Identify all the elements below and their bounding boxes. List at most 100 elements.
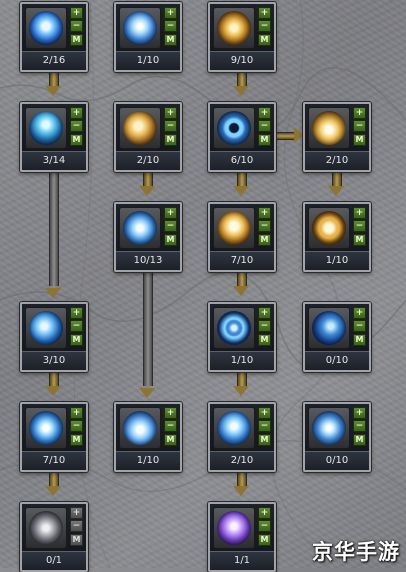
skill-max-button[interactable]: M <box>164 234 177 246</box>
blue-starburst-icon[interactable] <box>312 411 346 445</box>
skill-max-button[interactable]: M <box>70 34 83 46</box>
skill-max-button[interactable]: M <box>353 234 366 246</box>
skill-icon-frame <box>119 407 161 449</box>
skill-node-r6c3[interactable]: + − M 1/1 <box>208 502 276 572</box>
skill-minus-button[interactable]: − <box>164 20 177 32</box>
blue-flame-icon[interactable] <box>123 411 157 445</box>
skill-node-r4c3[interactable]: + − M 1/10 <box>208 302 276 372</box>
skill-plus-button[interactable]: + <box>164 207 177 219</box>
skill-minus-button[interactable]: − <box>353 120 366 132</box>
blue-rune-orb-icon[interactable] <box>29 11 63 45</box>
skill-minus-button[interactable]: − <box>258 20 271 32</box>
blue-aura-figure-icon[interactable] <box>29 111 63 145</box>
skill-minus-button[interactable]: − <box>164 420 177 432</box>
skill-max-button[interactable]: M <box>258 134 271 146</box>
skill-max-button[interactable]: M <box>70 534 83 546</box>
skill-node-r5c2[interactable]: + − M 1/10 <box>114 402 182 472</box>
golden-ring-glow-icon[interactable] <box>312 211 346 245</box>
skill-node-r4c4[interactable]: + − M 0/10 <box>303 302 371 372</box>
skill-plus-button[interactable]: + <box>70 407 83 419</box>
skill-plus-button[interactable]: + <box>258 7 271 19</box>
skill-node-r1c2[interactable]: + − M 1/10 <box>114 2 182 72</box>
skill-max-button[interactable]: M <box>70 434 83 446</box>
skill-minus-button[interactable]: − <box>258 320 271 332</box>
skill-plus-button[interactable]: + <box>258 207 271 219</box>
skill-minus-button[interactable]: − <box>70 120 83 132</box>
blue-vortex-icon[interactable] <box>312 311 346 345</box>
skill-node-r2c3[interactable]: + − M 6/10 <box>208 102 276 172</box>
skill-minus-button[interactable]: − <box>70 320 83 332</box>
skill-plus-button[interactable]: + <box>258 507 271 519</box>
skill-node-r1c3[interactable]: + − M 9/10 <box>208 2 276 72</box>
skill-plus-button[interactable]: + <box>164 7 177 19</box>
golden-aura-icon[interactable] <box>217 211 251 245</box>
skill-minus-button[interactable]: − <box>353 220 366 232</box>
skill-minus-button[interactable]: − <box>164 120 177 132</box>
skill-max-button[interactable]: M <box>164 134 177 146</box>
skill-max-button[interactable]: M <box>164 34 177 46</box>
blue-swirl-icon[interactable] <box>29 311 63 345</box>
blue-crosshair-icon[interactable] <box>217 311 251 345</box>
purple-spirit-icon[interactable] <box>217 511 251 545</box>
skill-minus-button[interactable]: − <box>70 520 83 532</box>
skill-icon-frame <box>308 307 350 349</box>
blue-portal-icon[interactable] <box>217 411 251 445</box>
blue-ring-icon[interactable] <box>217 111 251 145</box>
skill-node-r6c1[interactable]: + − M 0/1 <box>20 502 88 572</box>
skill-minus-button[interactable]: − <box>164 220 177 232</box>
grey-gear-rune-icon[interactable] <box>29 511 63 545</box>
skill-max-button[interactable]: M <box>353 134 366 146</box>
skill-plus-button[interactable]: + <box>70 107 83 119</box>
skill-max-button[interactable]: M <box>258 34 271 46</box>
skill-plus-button[interactable]: + <box>258 107 271 119</box>
skill-plus-button[interactable]: + <box>353 407 366 419</box>
skill-node-r2c1[interactable]: + − M 3/14 <box>20 102 88 172</box>
skill-plus-button[interactable]: + <box>70 7 83 19</box>
skill-plus-button[interactable]: + <box>164 107 177 119</box>
skill-node-r2c2[interactable]: + − M 2/10 <box>114 102 182 172</box>
skill-plus-button[interactable]: + <box>258 407 271 419</box>
skill-plus-button[interactable]: + <box>353 107 366 119</box>
skill-node-r3c3[interactable]: + − M 7/10 <box>208 202 276 272</box>
skill-minus-button[interactable]: − <box>353 320 366 332</box>
skill-max-button[interactable]: M <box>70 334 83 346</box>
skill-node-r5c1[interactable]: + − M 7/10 <box>20 402 88 472</box>
golden-cross-shield-icon[interactable] <box>217 11 251 45</box>
skill-minus-button[interactable]: − <box>258 220 271 232</box>
skill-node-r3c4[interactable]: + − M 1/10 <box>303 202 371 272</box>
skill-node-r2c4[interactable]: + − M 2/10 <box>303 102 371 172</box>
skill-minus-button[interactable]: − <box>258 520 271 532</box>
golden-crown-light-icon[interactable] <box>312 111 346 145</box>
skill-plus-button[interactable]: + <box>70 307 83 319</box>
skill-max-button[interactable]: M <box>258 434 271 446</box>
skill-max-button[interactable]: M <box>70 134 83 146</box>
skill-max-button[interactable]: M <box>258 234 271 246</box>
skill-max-button[interactable]: M <box>258 534 271 546</box>
skill-max-button[interactable]: M <box>164 434 177 446</box>
skill-node-r3c2[interactable]: + − M 10/13 <box>114 202 182 272</box>
skill-minus-button[interactable]: − <box>258 120 271 132</box>
skill-node-r5c4[interactable]: + − M 0/10 <box>303 402 371 472</box>
skill-max-button[interactable]: M <box>353 434 366 446</box>
skill-minus-button[interactable]: − <box>70 420 83 432</box>
skill-node-r5c3[interactable]: + − M 2/10 <box>208 402 276 472</box>
skill-max-button[interactable]: M <box>353 334 366 346</box>
skill-plus-button[interactable]: + <box>70 507 83 519</box>
blue-spirit-form-icon[interactable] <box>123 211 157 245</box>
skill-node-r1c1[interactable]: + − M 2/16 <box>20 2 88 72</box>
blue-storm-icon[interactable] <box>29 411 63 445</box>
skill-plus-button[interactable]: + <box>353 207 366 219</box>
skill-minus-button[interactable]: − <box>258 420 271 432</box>
link-r1c1-r2c1 <box>49 72 59 86</box>
skill-minus-button[interactable]: − <box>353 420 366 432</box>
golden-hand-icon[interactable] <box>123 111 157 145</box>
skill-plus-button[interactable]: + <box>258 307 271 319</box>
blue-spirit-bird-icon[interactable] <box>123 11 157 45</box>
arrow-down-icon <box>233 186 249 196</box>
skill-plus-button[interactable]: + <box>164 407 177 419</box>
skill-node-r4c1[interactable]: + − M 3/10 <box>20 302 88 372</box>
skill-minus-button[interactable]: − <box>70 20 83 32</box>
skill-icon-frame <box>25 7 67 49</box>
skill-max-button[interactable]: M <box>258 334 271 346</box>
skill-plus-button[interactable]: + <box>353 307 366 319</box>
